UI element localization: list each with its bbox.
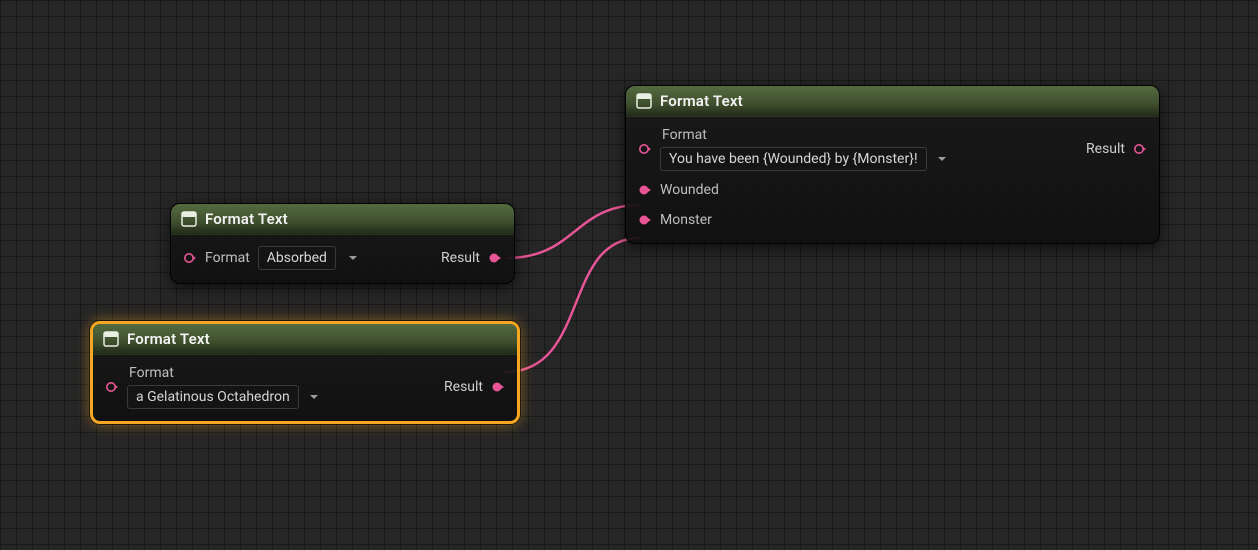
dropdown-caret-icon[interactable]: [309, 392, 319, 402]
node-body: Format a Gelatinous Octahedron Result: [93, 355, 517, 421]
format-text-field[interactable]: a Gelatinous Octahedron: [127, 385, 299, 409]
monster-label: Monster: [660, 212, 712, 228]
node-title: Format Text: [660, 92, 743, 110]
format-label: Format: [660, 127, 947, 143]
wounded-label: Wounded: [660, 182, 719, 198]
format-label: Format: [127, 365, 319, 381]
monster-input-pin[interactable]: [638, 213, 652, 227]
node-header[interactable]: Format Text: [93, 324, 517, 355]
format-text-node-gelatinous[interactable]: Format Text Format a Gelatinous Octahedr…: [90, 321, 520, 424]
format-input-pin[interactable]: [183, 251, 197, 265]
node-icon: [636, 93, 652, 109]
node-header[interactable]: Format Text: [171, 204, 514, 235]
result-output-pin[interactable]: [491, 380, 505, 394]
result-label: Result: [441, 250, 480, 266]
result-label: Result: [444, 379, 483, 395]
format-text-node-main[interactable]: Format Text Format You have been {Wounde…: [625, 85, 1160, 244]
dropdown-caret-icon[interactable]: [348, 253, 358, 263]
wounded-input-pin[interactable]: [638, 183, 652, 197]
format-text-node-absorbed[interactable]: Format Text Format Absorbed Result: [170, 203, 515, 284]
dropdown-caret-icon[interactable]: [937, 154, 947, 164]
format-label: Format: [205, 250, 250, 266]
node-header[interactable]: Format Text: [626, 86, 1159, 117]
node-icon: [181, 211, 197, 227]
format-input-pin[interactable]: [638, 142, 652, 156]
result-output-pin[interactable]: [1133, 142, 1147, 156]
node-body: Format Absorbed Result: [171, 235, 514, 283]
node-icon: [103, 331, 119, 347]
result-label: Result: [1086, 141, 1125, 157]
node-body: Format You have been {Wounded} by {Monst…: [626, 117, 1159, 243]
node-title: Format Text: [127, 330, 210, 348]
result-output-pin[interactable]: [488, 251, 502, 265]
format-input-pin[interactable]: [105, 380, 119, 394]
format-text-field[interactable]: You have been {Wounded} by {Monster}!: [660, 147, 927, 171]
format-text-field[interactable]: Absorbed: [258, 246, 336, 270]
node-title: Format Text: [205, 210, 288, 228]
